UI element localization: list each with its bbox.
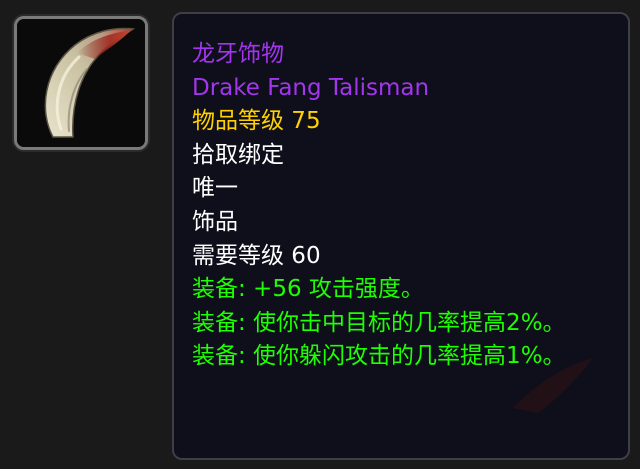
- item-icon-frame[interactable]: [14, 16, 148, 150]
- unique-tag: 唯一: [192, 175, 238, 202]
- item-level: 物品等级 75: [192, 108, 321, 135]
- bind-type: 拾取绑定: [192, 141, 284, 168]
- item-name-cn: 龙牙饰物: [192, 41, 284, 67]
- item-name-en: Drake Fang Talisman: [192, 74, 430, 101]
- tooltip-content: 龙牙饰物 Drake Fang Talisman 物品等级 75 拾取绑定 唯一…: [192, 38, 620, 374]
- item-slot: 饰品: [192, 208, 238, 235]
- required-level: 需要等级 60: [192, 242, 321, 269]
- drake-fang-icon: [17, 19, 145, 147]
- effect-line: 装备: 使你击中目标的几率提高2%。: [192, 309, 566, 336]
- background-decor: [513, 358, 593, 413]
- effect-line: 装备: +56 攻击强度。: [192, 276, 424, 303]
- item-tooltip: 龙牙饰物 Drake Fang Talisman 物品等级 75 拾取绑定 唯一…: [172, 12, 630, 460]
